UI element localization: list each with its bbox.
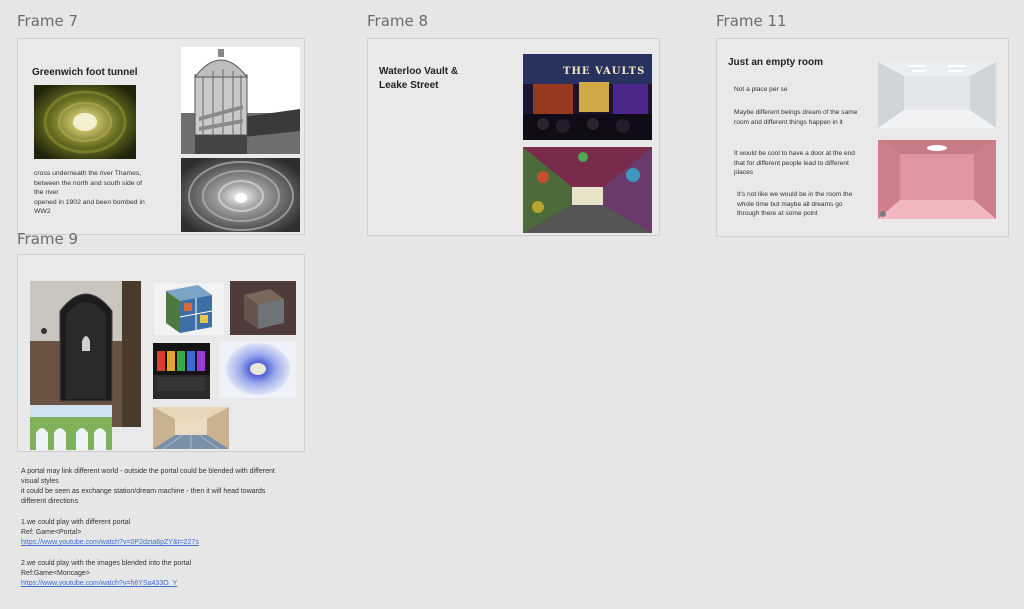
checkered-room-image[interactable] <box>153 407 229 449</box>
frame-9[interactable] <box>17 254 305 452</box>
frame-7-label[interactable]: Frame 7 <box>17 12 78 30</box>
frame-11-note-1: Not a place per se <box>734 86 788 93</box>
frame-8-title: Waterloo Vault & Leake Street <box>379 66 459 91</box>
frame-11-title: Just an empty room <box>728 57 824 68</box>
colorful-doorways-image[interactable] <box>153 343 210 399</box>
frame-11[interactable]: Just an empty room Not a place per se Ma… <box>716 38 1009 237</box>
frame-11-note-3: It would be cool to have a door at the e… <box>734 150 855 177</box>
the-vaults-photo[interactable]: THE VAULTS <box>523 54 652 140</box>
portal-idea-1: 1.we could play with different portal Re… <box>21 519 199 546</box>
tunnel-photo[interactable] <box>34 85 136 159</box>
blue-swirl-image[interactable] <box>219 341 296 398</box>
frame-7[interactable]: Greenwich foot tunnel cross underneath t… <box>17 38 305 235</box>
pink-room-render[interactable] <box>878 140 996 219</box>
portal-idea-2: 2.we could play with the images blended … <box>21 560 192 587</box>
frame-11-note-2: Maybe different beings dream of the same… <box>734 109 858 126</box>
white-room-render[interactable] <box>878 62 996 128</box>
frame-8-label[interactable]: Frame 8 <box>367 12 428 30</box>
frame-9-label[interactable]: Frame 9 <box>17 230 78 248</box>
frame-8[interactable]: Waterloo Vault & Leake Street THE VAULTS <box>367 38 660 236</box>
frame-7-description: cross underneath the river Thames, betwe… <box>34 170 145 216</box>
portal-youtube-link[interactable]: https://www.youtube.com/watch?v=0P2dzta6… <box>21 539 199 546</box>
moncage-youtube-link[interactable]: https://www.youtube.com/watch?v=h6YSa433… <box>21 580 177 587</box>
dome-entrance-illustration[interactable] <box>181 47 300 154</box>
portal-description: A portal may link different world - outs… <box>21 468 275 505</box>
frame-11-note-4: It's not like we would be in the room th… <box>737 191 853 218</box>
tunnel-interior-photo[interactable] <box>181 158 300 232</box>
green-arches-image[interactable] <box>30 405 112 450</box>
frame-7-title: Greenwich foot tunnel <box>32 67 138 78</box>
frame-11-label[interactable]: Frame 11 <box>716 12 787 30</box>
leake-street-tunnel-photo[interactable] <box>523 147 652 233</box>
vaults-sign-text: THE VAULTS <box>563 66 646 77</box>
cube-image[interactable] <box>154 283 224 335</box>
glass-box-image[interactable] <box>230 281 296 335</box>
